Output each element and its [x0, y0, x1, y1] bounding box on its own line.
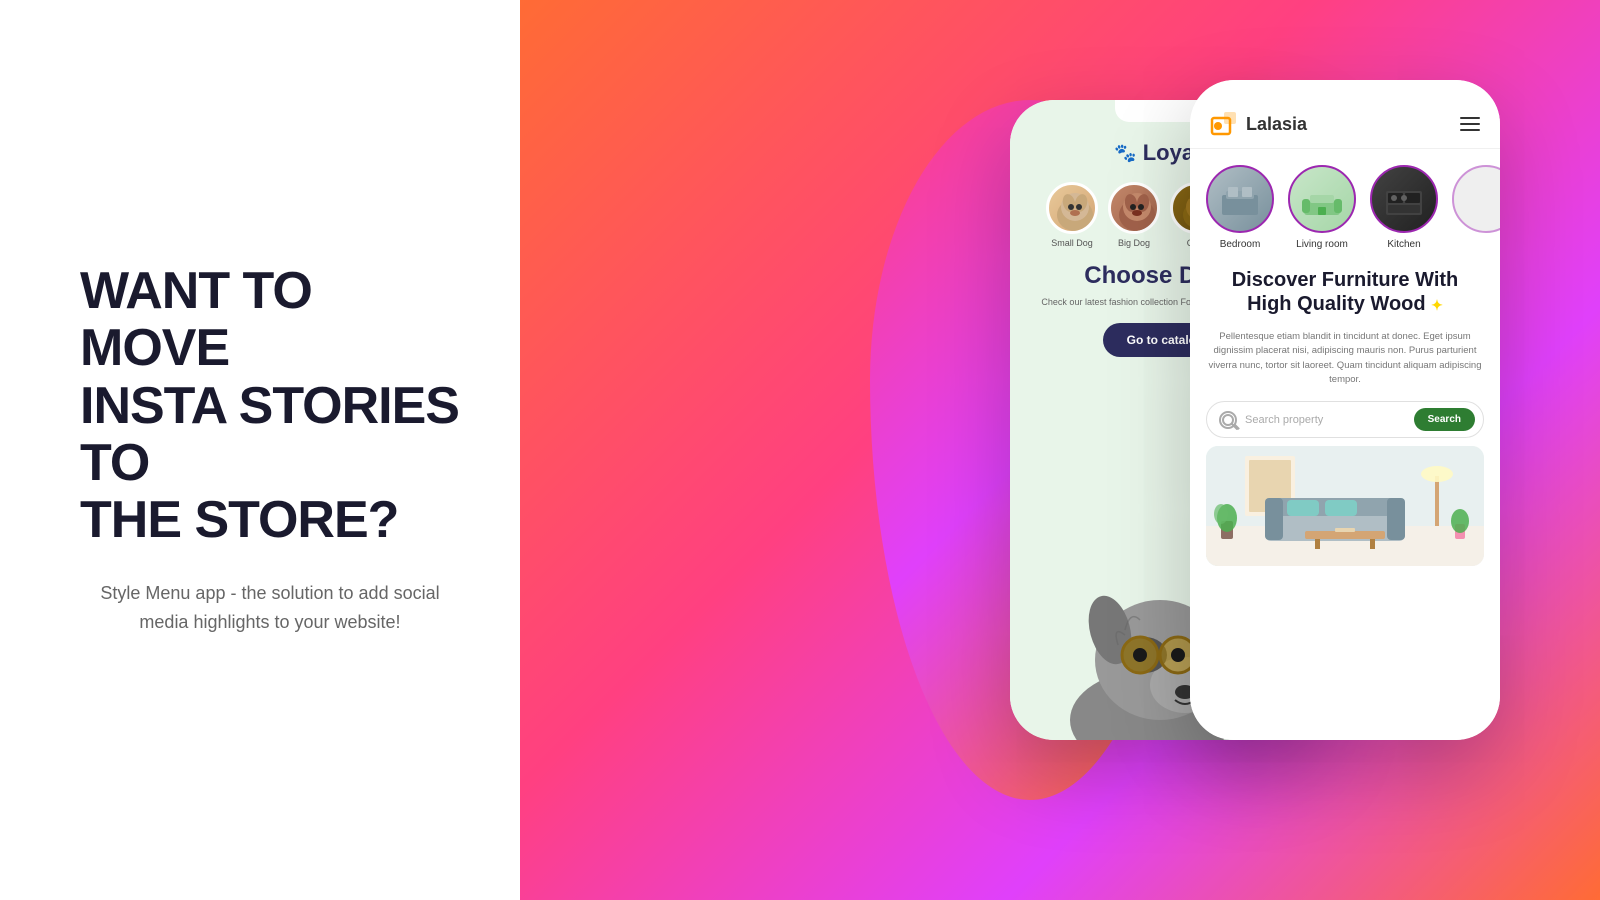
- kitchen-circle: [1370, 165, 1438, 233]
- furniture-title: Discover Furniture With High Quality Woo…: [1208, 268, 1482, 316]
- furniture-description: Pellentesque etiam blandit in tincidunt …: [1190, 324, 1500, 393]
- lalasia-logo: Lalasia: [1210, 110, 1307, 138]
- search-button[interactable]: Search: [1414, 408, 1475, 431]
- search-icon: [1219, 411, 1237, 429]
- living-circle: [1288, 165, 1356, 233]
- small-dog-label: Small Dog: [1051, 238, 1093, 248]
- pet-category-big-dog[interactable]: Big Dog: [1108, 182, 1160, 248]
- lalasia-app-name: Lalasia: [1246, 114, 1307, 135]
- furniture-categories: Bedroom Living room: [1190, 149, 1500, 258]
- category-more: [1452, 165, 1500, 250]
- more-circle: [1452, 165, 1500, 233]
- category-living[interactable]: Living room: [1288, 165, 1356, 250]
- left-section: WANT TO MOVE INSTA STORIES TO THE STORE?…: [0, 0, 520, 900]
- bedroom-circle: [1206, 165, 1274, 233]
- phone-2-notch: [1295, 80, 1395, 102]
- room-preview-image: [1206, 446, 1484, 566]
- phone-2-inner: Lalasia: [1190, 80, 1500, 740]
- bedroom-label: Bedroom: [1220, 239, 1261, 250]
- furniture-heading: Discover Furniture With High Quality Woo…: [1190, 258, 1500, 324]
- lalasia-logo-icon: [1210, 110, 1238, 138]
- sparkle-icon: ✦: [1431, 297, 1443, 313]
- small-dog-avatar: [1046, 182, 1098, 234]
- main-heading: WANT TO MOVE INSTA STORIES TO THE STORE?: [80, 263, 460, 549]
- category-kitchen[interactable]: Kitchen: [1370, 165, 1438, 250]
- living-label: Living room: [1296, 239, 1348, 250]
- category-bedroom[interactable]: Bedroom: [1206, 165, 1274, 250]
- search-placeholder-text: Search property: [1245, 414, 1406, 426]
- sub-text: Style Menu app - the solution to add soc…: [80, 579, 460, 637]
- right-section: ♡ ♡ ♡ 🐾 Loyal ♥: [520, 0, 1600, 900]
- kitchen-label: Kitchen: [1387, 239, 1420, 250]
- phone-mockup-2: Lalasia: [1190, 80, 1500, 740]
- pet-category-small-dog[interactable]: Small Dog: [1046, 182, 1098, 248]
- paw-icon: 🐾: [1114, 143, 1136, 164]
- search-bar: Search property Search: [1206, 401, 1484, 438]
- hamburger-menu-icon[interactable]: [1460, 117, 1480, 131]
- hamburger-line-1: [1460, 117, 1480, 119]
- hamburger-line-2: [1460, 123, 1480, 125]
- big-dog-avatar: [1108, 182, 1160, 234]
- big-dog-label: Big Dog: [1118, 238, 1150, 248]
- hamburger-line-3: [1460, 129, 1480, 131]
